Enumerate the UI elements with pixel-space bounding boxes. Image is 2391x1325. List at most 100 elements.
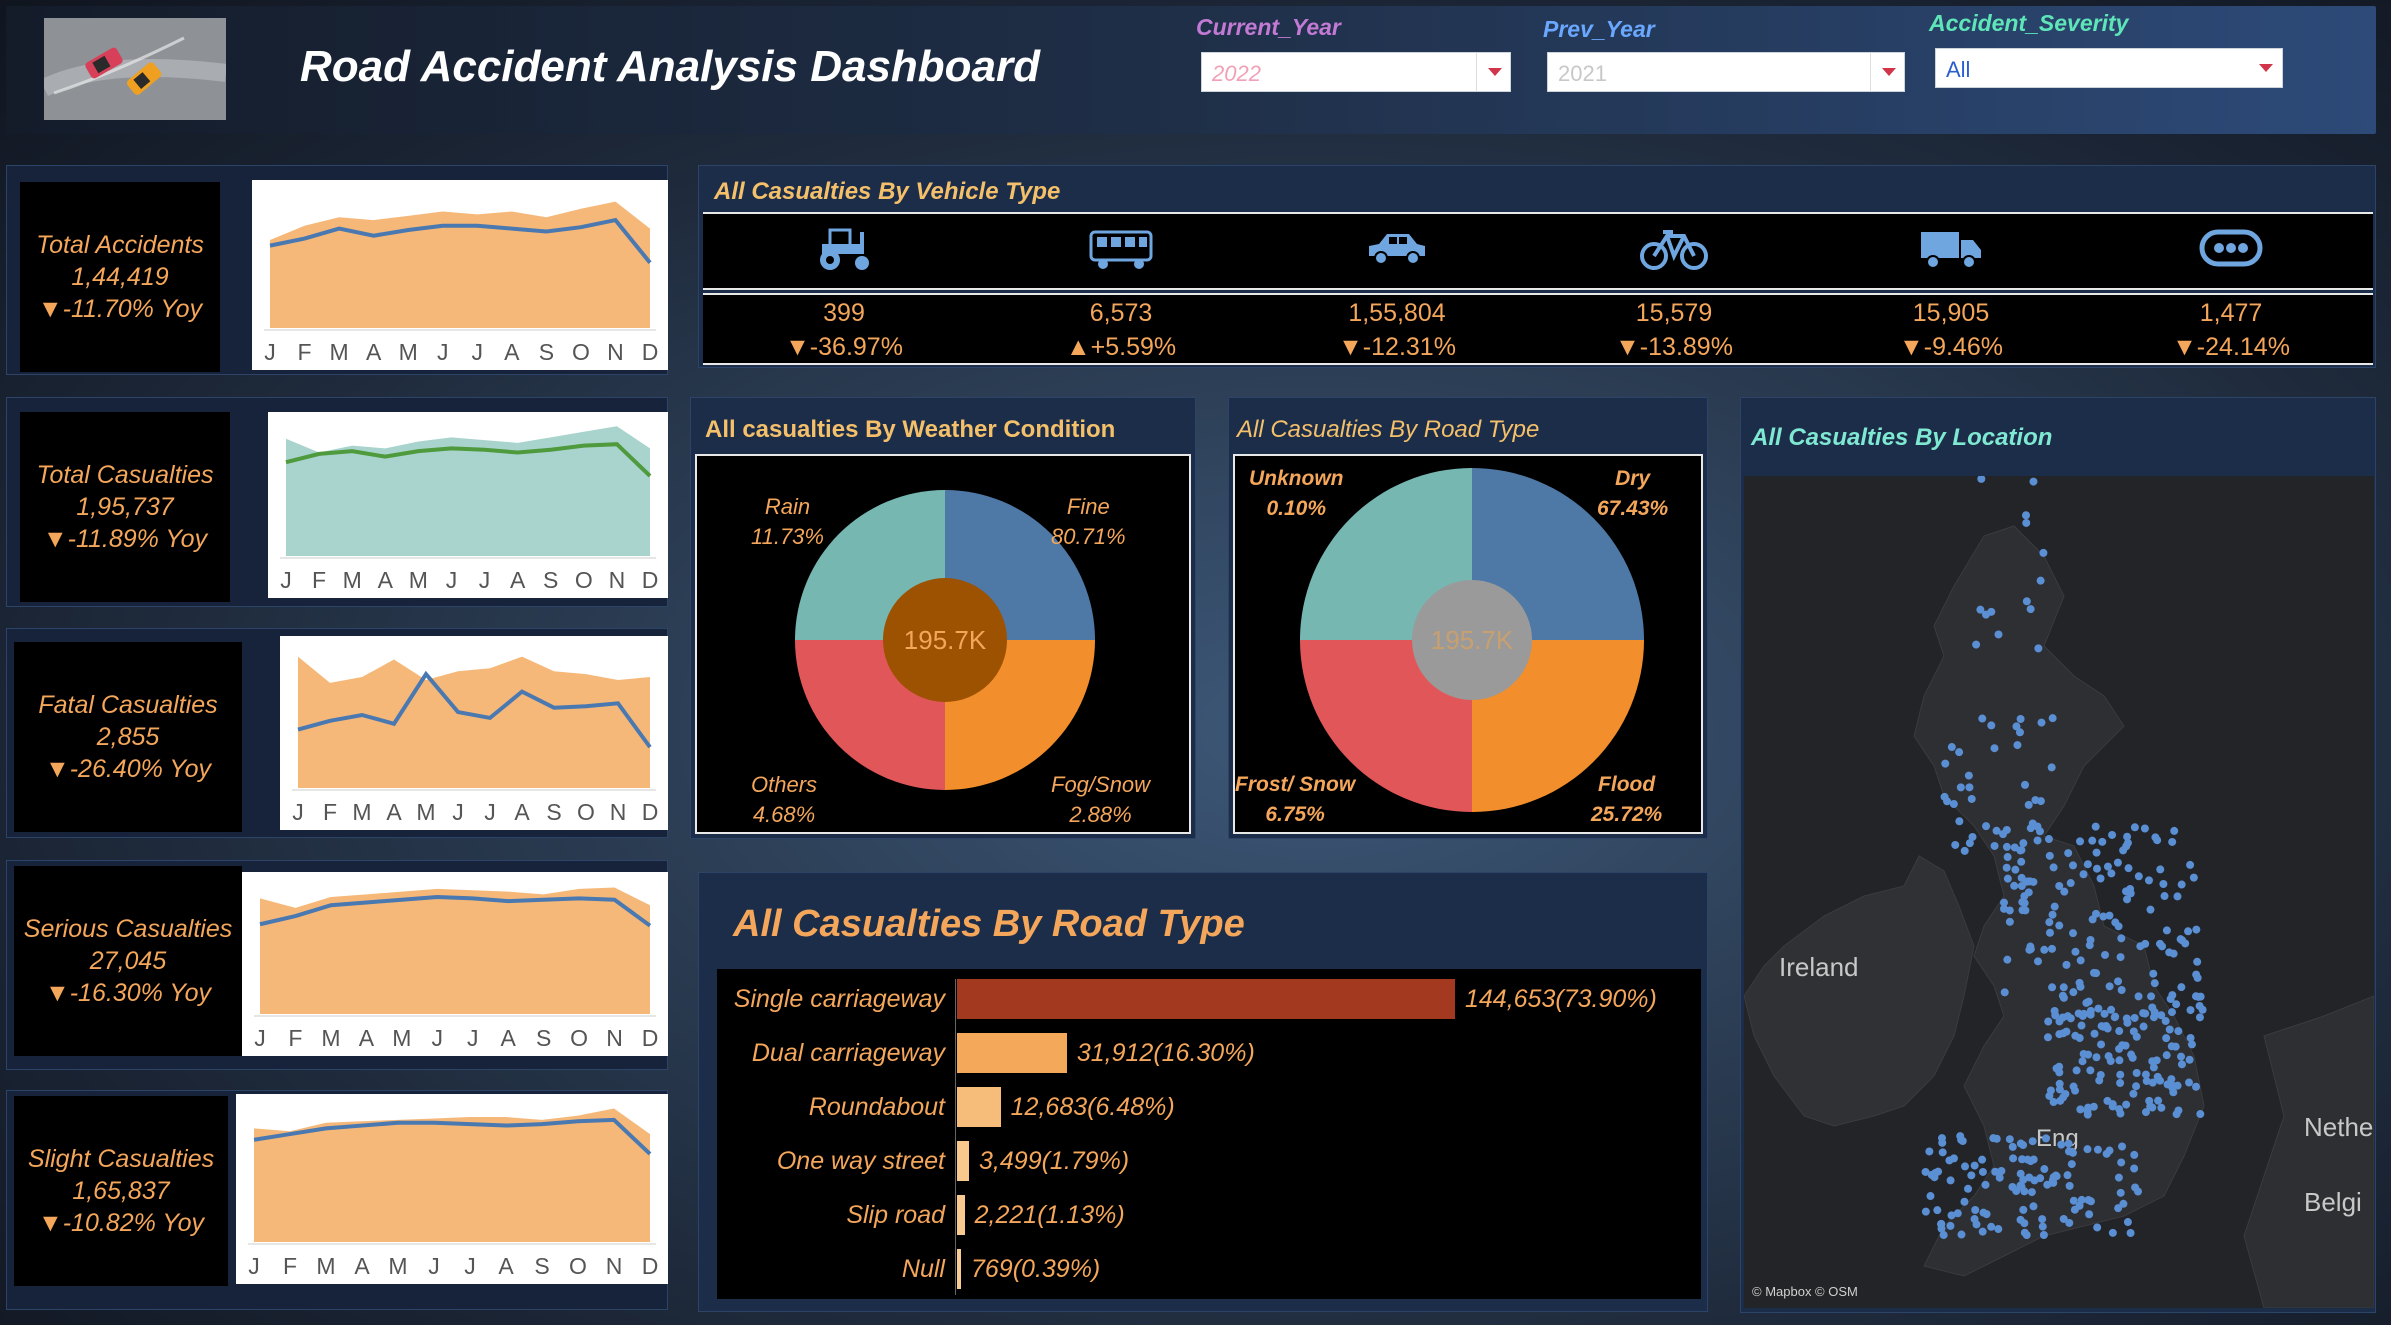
kpi-title: Slight Casualties (27, 1145, 215, 1173)
location-dot (2169, 949, 2178, 958)
vehicle-stat: 1,477 ▼-24.14% (2121, 296, 2341, 364)
road-type-title: All Casualties By Road Type (733, 903, 1245, 945)
location-dot (2113, 858, 2122, 867)
kpi-month-tick: F (298, 339, 312, 365)
location-dot (2036, 576, 2045, 585)
road-type-bar-label: One way street (776, 1147, 945, 1175)
location-dot (2195, 1013, 2204, 1022)
location-dot (2079, 870, 2088, 879)
location-dot (2068, 1148, 2077, 1157)
location-dot (2134, 992, 2143, 1001)
location-dot (2124, 864, 2133, 873)
location-dot (2083, 1110, 2092, 1119)
location-dot (1970, 1215, 1979, 1224)
map-credit: © Mapbox © OSM (1752, 1284, 1858, 1299)
location-dot (2108, 1228, 2117, 1237)
accident-severity-select[interactable]: All (1935, 48, 2283, 88)
weather-title: All casualties By Weather Condition (705, 416, 1116, 443)
chevron-down-icon[interactable] (2248, 49, 2282, 87)
chevron-down-icon[interactable] (1870, 53, 1904, 91)
location-dot (1999, 830, 2008, 839)
prev-year-value: 2021 (1558, 61, 1607, 86)
location-dot (2079, 1049, 2088, 1058)
location-dot (1976, 605, 1985, 614)
location-dot (2038, 1222, 2047, 1231)
location-dot (1994, 1225, 2003, 1234)
location-dot (2194, 992, 2203, 1001)
location-dot (2048, 944, 2057, 953)
location-dot (1964, 1184, 1973, 1193)
chevron-down-icon[interactable] (1476, 53, 1510, 91)
location-dot (2029, 477, 2038, 486)
location-dot (2003, 874, 2012, 883)
location-dot (2114, 1173, 2123, 1182)
road-type-bar-value: 144,653(73.90%) (1465, 985, 1657, 1013)
kpi-month-tick: A (498, 1253, 514, 1279)
kpi-month-tick: D (642, 799, 659, 825)
location-dot (2162, 926, 2171, 935)
vehicle-icon-row (703, 212, 2373, 290)
location-dot (2126, 889, 2135, 898)
kpi-month-tick: F (283, 1253, 297, 1279)
road-type-bar[interactable] (957, 1033, 1067, 1073)
location-dot (2173, 892, 2182, 901)
location-dot (2058, 1013, 2067, 1022)
location-dot (1938, 1138, 1947, 1147)
location-dot (2050, 902, 2059, 911)
location-dot (2132, 1082, 2141, 1091)
location-dot (2020, 1187, 2029, 1196)
weather-center-label: 195.7K (904, 625, 987, 655)
location-dot (2129, 1089, 2138, 1098)
location-dot (2005, 1135, 2014, 1144)
car-icon (1362, 226, 1432, 276)
road-type-bar[interactable] (957, 1195, 965, 1235)
location-map[interactable]: Ireland Eng Nethe Belgi © Mapbox © OSM (1744, 476, 2374, 1308)
road-type-bar[interactable] (957, 1087, 1001, 1127)
location-dot (2064, 1139, 2073, 1148)
location-dot (2024, 800, 2033, 809)
road-type-bar-value: 2,221(1.13%) (974, 1201, 1125, 1229)
kpi-month-tick: J (248, 1253, 260, 1279)
prev-year-select[interactable]: 2021 (1547, 52, 1905, 92)
kpi-sparkline: JFMAMJJASOND (268, 412, 668, 598)
current-year-select[interactable]: 2022 (1201, 52, 1511, 92)
location-dot (2034, 957, 2043, 966)
vehicle-change: ▲+5.59% (1065, 333, 1177, 361)
kpi-month-tick: A (386, 799, 402, 825)
page-title: Road Accident Analysis Dashboard (300, 42, 1041, 91)
road-type-bar[interactable] (957, 1249, 961, 1289)
location-dot (2048, 910, 2057, 919)
location-dot (2168, 837, 2177, 846)
location-dot (2075, 978, 2084, 987)
kpi-month-tick: D (642, 1253, 659, 1279)
location-dot (1955, 817, 1964, 826)
location-dot (2170, 826, 2179, 835)
location-dot (1947, 1211, 1956, 1220)
location-dot (2045, 928, 2054, 937)
road-type-bar-value: 769(0.39%) (971, 1255, 1101, 1283)
kpi-month-tick: S (546, 799, 561, 825)
location-dot (2174, 1106, 2183, 1115)
location-dot (2144, 876, 2153, 885)
road-type-axis (955, 979, 956, 1295)
location-dot (1936, 1220, 1945, 1229)
location-dot (2150, 1008, 2159, 1017)
map-label-netherlands: Nethe (2304, 1112, 2373, 1142)
location-dot (2107, 1005, 2116, 1014)
surface-label-flood: Flood 25.72% (1591, 773, 1663, 826)
location-dot (2019, 839, 2028, 848)
location-dot (2083, 860, 2092, 869)
kpi-month-tick: A (510, 567, 526, 593)
kpi-month-tick: O (572, 339, 590, 365)
kpi-month-tick: M (321, 1025, 340, 1051)
surface-label-unknown: Unknown 0.10% (1249, 467, 1344, 520)
road-type-bar[interactable] (957, 979, 1455, 1019)
kpi-month-tick: J (446, 567, 458, 593)
location-dot (2085, 1210, 2094, 1219)
location-panel: All Casualties By Location Ireland Eng N… (1740, 397, 2376, 1313)
road-type-bar[interactable] (957, 1141, 970, 1181)
location-dot (2076, 956, 2085, 965)
kpi-title: Serious Casualties (23, 915, 233, 943)
location-dot (2177, 983, 2186, 992)
kpi-change: ▼-10.82% Yoy (37, 1209, 205, 1237)
